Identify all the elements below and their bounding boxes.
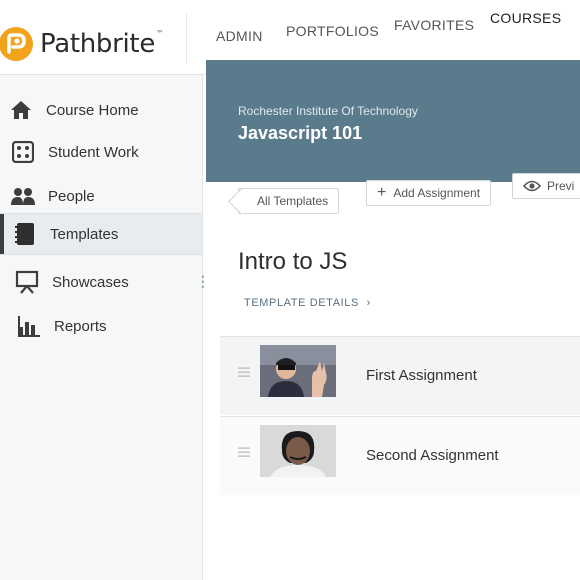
add-assignment-label: Add Assignment <box>393 186 481 200</box>
divider <box>186 14 187 64</box>
assignment-thumbnail <box>260 425 336 477</box>
main-content: Rochester Institute Of Technology Javasc… <box>206 60 580 580</box>
course-title: Javascript 101 <box>238 123 363 143</box>
photo-person-portrait <box>260 425 336 477</box>
assignment-name: First Assignment <box>366 367 477 384</box>
drag-handle-icon[interactable]: — — — <box>238 441 251 461</box>
drag-handle-icon[interactable]: — — — <box>238 361 251 381</box>
nav-favorites[interactable]: FAVORITES <box>394 17 474 33</box>
sidebar: Course Home Student Work People Template… <box>0 75 205 580</box>
brand-name-text: Pathbrite <box>40 29 156 59</box>
eye-icon <box>523 180 541 192</box>
school-name: Rochester Institute Of Technology <box>238 104 418 118</box>
nav-portfolios[interactable]: PORTFOLIOS <box>286 23 379 39</box>
app-window: Pathbrite™ ADMIN PORTFOLIOS FAVORITES CO… <box>0 0 580 580</box>
all-templates-button[interactable]: All Templates <box>238 188 340 214</box>
assignment-name: Second Assignment <box>366 447 499 464</box>
notebook-icon <box>10 219 40 249</box>
sidebar-item-people[interactable]: People <box>0 175 202 217</box>
sidebar-item-label: People <box>48 187 95 205</box>
sidebar-item-templates[interactable]: Templates <box>0 213 202 255</box>
template-details-link[interactable]: TEMPLATE DETAILS › <box>244 297 371 309</box>
top-nav: ADMIN PORTFOLIOS FAVORITES COURSES <box>214 10 580 50</box>
dice-icon <box>8 137 38 167</box>
plus-icon: + <box>377 184 387 201</box>
sidebar-item-label: Reports <box>54 317 107 335</box>
people-icon <box>8 181 38 211</box>
sidebar-item-course-home[interactable]: Course Home <box>0 89 202 131</box>
chevron-right-icon: › <box>366 297 371 309</box>
sidebar-item-reports[interactable]: Reports <box>0 305 202 347</box>
sidebar-item-label: Course Home <box>46 101 139 119</box>
assignment-row[interactable]: — — — First Assignment <box>220 336 580 415</box>
logo[interactable]: Pathbrite™ <box>0 22 164 66</box>
template-details-label: TEMPLATE DETAILS <box>244 297 359 309</box>
sidebar-item-label: Showcases <box>52 273 129 291</box>
preview-label: Previ <box>547 179 575 193</box>
brand-name: Pathbrite™ <box>40 29 164 59</box>
pathbrite-logo-icon <box>0 26 34 62</box>
nav-courses[interactable]: COURSES <box>490 10 561 26</box>
sidebar-item-showcases[interactable]: Showcases <box>0 261 202 303</box>
easel-icon <box>12 267 42 297</box>
course-banner: Rochester Institute Of Technology Javasc… <box>206 60 580 182</box>
all-templates-label: All Templates <box>257 194 329 208</box>
template-title: Intro to JS <box>238 248 348 275</box>
assignment-row[interactable]: — — — Second Assignment <box>220 416 580 495</box>
sidebar-item-label: Templates <box>50 225 119 243</box>
preview-button[interactable]: Previ <box>512 173 580 199</box>
nav-admin[interactable]: ADMIN <box>216 28 263 44</box>
add-assignment-button[interactable]: + Add Assignment <box>366 180 492 206</box>
photo-person-waving <box>260 345 336 397</box>
sidebar-item-student-work[interactable]: Student Work <box>0 131 202 173</box>
trademark: ™ <box>156 29 164 38</box>
bar-chart-icon <box>14 311 44 341</box>
assignment-thumbnail <box>260 345 336 397</box>
house-icon <box>6 95 36 125</box>
sidebar-item-label: Student Work <box>48 143 139 161</box>
